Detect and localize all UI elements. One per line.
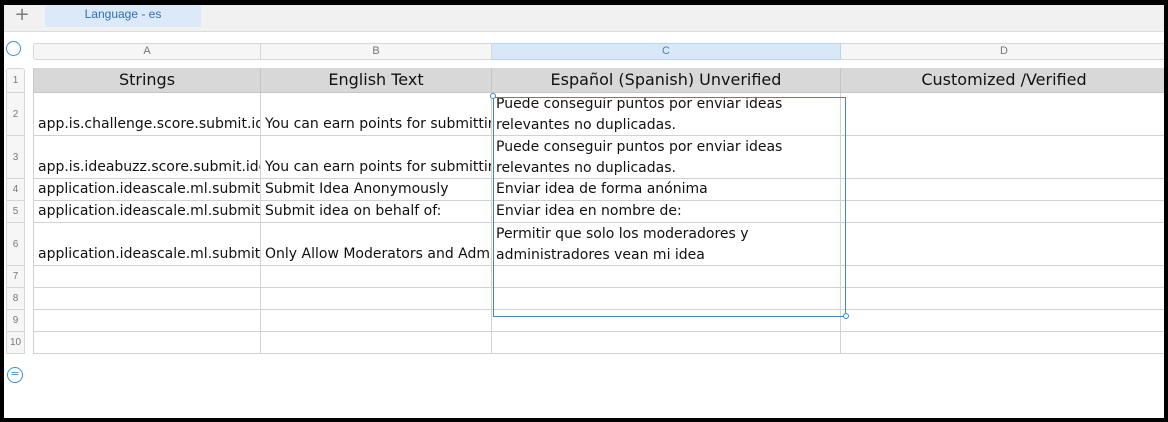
table-cell[interactable]: Enviar idea de forma anónima bbox=[492, 179, 841, 201]
table-cell[interactable] bbox=[841, 266, 1164, 288]
table-cell[interactable] bbox=[33, 288, 261, 310]
row-header-1[interactable]: 1 bbox=[6, 68, 25, 93]
selection-end-handle-icon[interactable] bbox=[843, 313, 849, 319]
table-cell[interactable] bbox=[33, 332, 261, 354]
table-cell[interactable] bbox=[841, 310, 1164, 332]
row-header-2[interactable]: 2 bbox=[6, 93, 25, 136]
table-cell[interactable] bbox=[841, 223, 1164, 266]
table-header-cell[interactable]: Español (Spanish) Unverified bbox=[492, 68, 841, 93]
table-cell[interactable] bbox=[841, 179, 1164, 201]
table-cell[interactable] bbox=[33, 310, 261, 332]
table-cell[interactable]: application.ideascale.ml.submit.onbehalf bbox=[33, 201, 261, 223]
spreadsheet-table: Strings English Text Español (Spanish) U… bbox=[33, 68, 1164, 356]
column-header-b[interactable]: B bbox=[261, 43, 492, 60]
table-cell[interactable]: Submit idea on behalf of: bbox=[261, 201, 492, 223]
row-header-6[interactable]: 6 bbox=[6, 223, 25, 266]
row-header-5[interactable]: 5 bbox=[6, 201, 25, 223]
column-header-d[interactable]: D bbox=[841, 43, 1164, 60]
spreadsheet-window: + Language - es A B C D 1 2 3 4 5 6 7 8 … bbox=[0, 0, 1168, 422]
row-header-3[interactable]: 3 bbox=[6, 136, 25, 179]
table-cell[interactable] bbox=[492, 332, 841, 354]
table-cell[interactable] bbox=[841, 332, 1164, 354]
column-header-a[interactable]: A bbox=[33, 43, 261, 60]
table-cell[interactable] bbox=[492, 266, 841, 288]
table-cell[interactable] bbox=[261, 266, 492, 288]
sheet-tab-bar: + Language - es bbox=[4, 5, 1164, 32]
table-cell[interactable]: Puede conseguir puntos por enviar ideas … bbox=[492, 93, 841, 136]
sheet-tab-language-es[interactable]: Language - es bbox=[45, 5, 201, 27]
column-header-c[interactable]: C bbox=[492, 43, 841, 60]
table-cell[interactable] bbox=[841, 201, 1164, 223]
table-cell[interactable] bbox=[261, 332, 492, 354]
table-header-cell[interactable]: Customized /Verified bbox=[841, 68, 1164, 93]
row-header-9[interactable]: 9 bbox=[6, 310, 25, 332]
table-cell[interactable] bbox=[841, 288, 1164, 310]
table-cell[interactable]: application.ideascale.ml.submit.moderato… bbox=[33, 223, 261, 266]
row-header-8[interactable]: 8 bbox=[6, 288, 25, 310]
row-options-icon[interactable]: = bbox=[7, 367, 23, 383]
table-cell[interactable]: Permitir que solo los moderadores y admi… bbox=[492, 223, 841, 266]
add-sheet-icon[interactable]: + bbox=[8, 5, 36, 27]
table-cell[interactable]: Enviar idea en nombre de: bbox=[492, 201, 841, 223]
table-cell[interactable] bbox=[492, 310, 841, 332]
table-cell[interactable]: Puede conseguir puntos por enviar ideas … bbox=[492, 136, 841, 179]
table-cell[interactable]: app.is.ideabuzz.score.submit.idea bbox=[33, 136, 261, 179]
table-header-cell[interactable]: English Text bbox=[261, 68, 492, 93]
table-cell[interactable] bbox=[492, 288, 841, 310]
table-cell[interactable]: application.ideascale.ml.submit.anonymou… bbox=[33, 179, 261, 201]
table-cell[interactable]: Only Allow Moderators and Administrators… bbox=[261, 223, 492, 266]
row-header-10[interactable]: 10 bbox=[6, 332, 25, 354]
row-header-7[interactable]: 7 bbox=[6, 266, 25, 288]
table-cell[interactable]: Submit Idea Anonymously bbox=[261, 179, 492, 201]
table-cell[interactable] bbox=[841, 93, 1164, 136]
table-cell[interactable] bbox=[841, 136, 1164, 179]
table-cell[interactable]: You can earn points for submitting relev… bbox=[261, 136, 492, 179]
table-cell[interactable]: You can earn points for submitting relev… bbox=[261, 93, 492, 136]
row-header-4[interactable]: 4 bbox=[6, 179, 25, 201]
table-cell[interactable] bbox=[261, 288, 492, 310]
select-all-circle-icon[interactable] bbox=[6, 41, 21, 56]
table-cell[interactable] bbox=[261, 310, 492, 332]
table-cell[interactable]: app.is.challenge.score.submit.idea bbox=[33, 93, 261, 136]
table-cell[interactable] bbox=[33, 266, 261, 288]
selection-start-handle-icon[interactable] bbox=[490, 93, 496, 99]
table-header-cell[interactable]: Strings bbox=[33, 68, 261, 93]
